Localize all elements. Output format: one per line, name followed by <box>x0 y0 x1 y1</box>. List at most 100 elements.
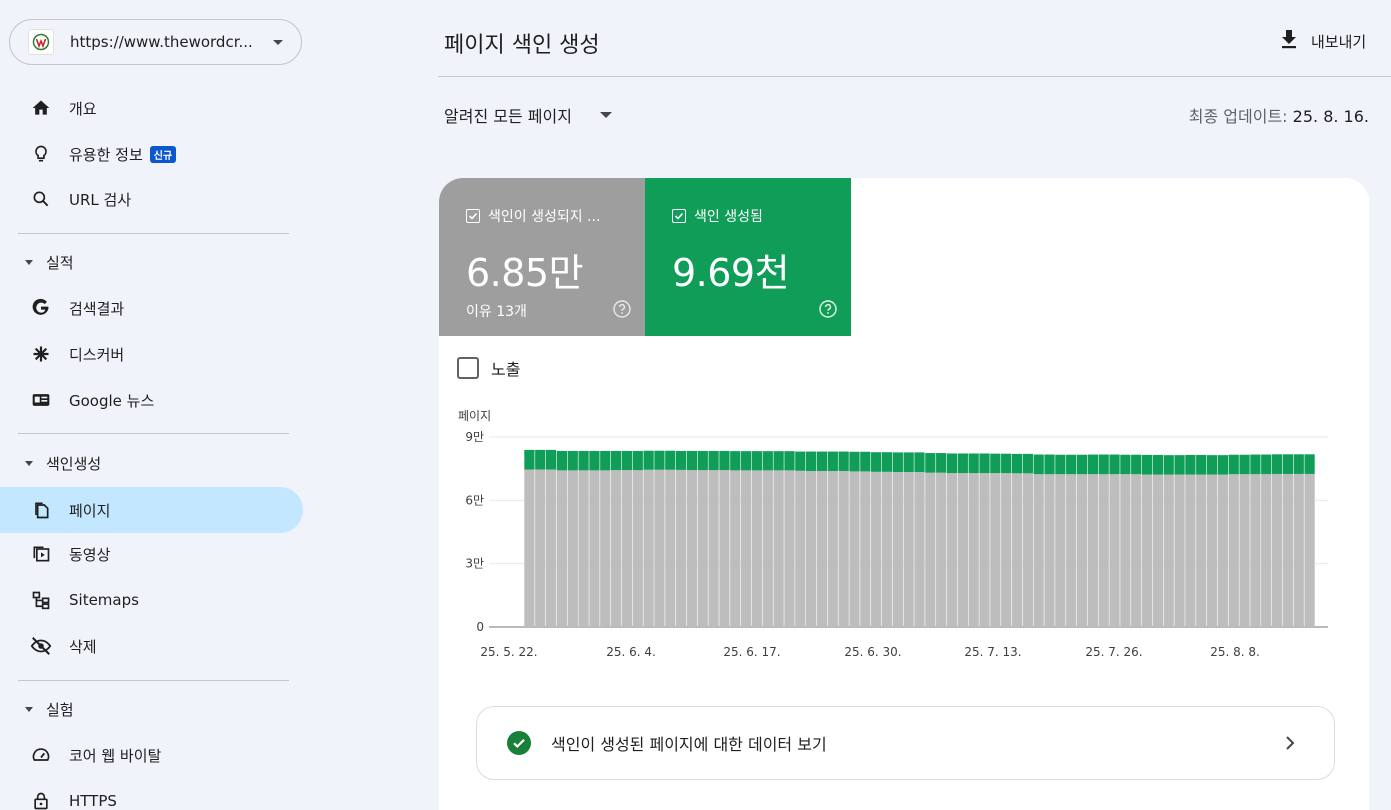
nav-item-sitemaps[interactable]: Sitemaps <box>0 577 303 623</box>
impressions-label: 노출 <box>491 360 521 379</box>
pages-icon <box>30 499 52 521</box>
view-indexed-data-row[interactable]: 색인이 생성된 페이지에 대한 데이터 보기 <box>476 706 1335 780</box>
bar-indexed <box>1282 454 1294 474</box>
nav-item-insights[interactable]: 유용한 정보 신규 <box>0 131 303 177</box>
bar-not-indexed <box>968 473 979 627</box>
nav-item-label: Sitemaps <box>69 591 139 609</box>
bar-indexed <box>773 451 784 471</box>
help-icon[interactable] <box>613 300 631 322</box>
lightbulb-icon <box>30 143 52 165</box>
tile-indexed[interactable]: 색인 생성됨 9.69천 <box>645 178 851 336</box>
bar-not-indexed <box>1109 474 1120 627</box>
bar-indexed <box>1217 455 1229 475</box>
bar-indexed <box>751 451 763 471</box>
impressions-toggle[interactable]: 노출 <box>457 356 520 380</box>
bar-indexed <box>1087 454 1098 475</box>
checkbox-checked-icon[interactable] <box>466 209 480 223</box>
nav-item-google-news[interactable]: Google 뉴스 <box>0 377 303 423</box>
x-tick-label: 25. 7. 26. <box>1085 645 1142 659</box>
y-tick-label: 3만 <box>465 557 484 571</box>
bar-indexed <box>1022 453 1033 474</box>
bar-indexed <box>1055 454 1066 475</box>
nav-item-overview[interactable]: 개요 <box>0 85 303 131</box>
bar-indexed <box>936 453 947 473</box>
last-updated: 최종 업데이트: 25. 8. 16. <box>1189 103 1369 127</box>
bar-not-indexed <box>524 469 535 627</box>
bar-indexed <box>838 451 849 471</box>
chevron-down-icon <box>599 112 612 118</box>
bar-not-indexed <box>1261 474 1272 627</box>
bar-indexed <box>957 453 968 474</box>
tile-not-indexed[interactable]: 색인이 생성되지 ... 6.85만 이유 13개 <box>439 178 645 336</box>
bar-not-indexed <box>578 470 589 627</box>
bar-indexed <box>990 453 1001 474</box>
bar-indexed <box>784 451 795 471</box>
x-tick-label: 25. 6. 30. <box>844 645 901 659</box>
sidebar: https://www.thewordcr... 개요 유용한 정보 신규 UR… <box>0 0 310 810</box>
tile-value: 9.69천 <box>672 251 790 295</box>
bar-indexed <box>795 451 806 471</box>
bar-indexed <box>708 450 719 471</box>
bar-not-indexed <box>697 470 708 627</box>
impressions-checkbox[interactable] <box>457 357 479 379</box>
nav-item-videos[interactable]: 동영상 <box>0 531 303 577</box>
tile-label: 색인이 생성되지 ... <box>488 209 601 225</box>
y-tick-label: 6만 <box>465 493 484 507</box>
property-selector[interactable]: https://www.thewordcr... <box>9 19 302 65</box>
bar-indexed <box>1163 455 1174 475</box>
bar-indexed <box>1196 454 1207 475</box>
bar-not-indexed <box>903 472 914 627</box>
bar-indexed <box>665 450 676 470</box>
nav-item-search-results[interactable]: 검색결과 <box>0 285 303 331</box>
bar-indexed <box>545 449 557 470</box>
bar-indexed <box>1304 454 1315 474</box>
bar-indexed <box>535 449 546 470</box>
nav-item-pages[interactable]: 페이지 <box>0 487 303 533</box>
bar-indexed <box>1261 454 1272 475</box>
bar-indexed <box>903 452 914 473</box>
bar-not-indexed <box>860 471 871 627</box>
chevron-down-icon <box>273 39 283 45</box>
bar-not-indexed <box>914 472 925 627</box>
tile-checkbox: 색인 생성됨 <box>672 206 851 226</box>
last-updated-label: 최종 업데이트: <box>1188 107 1288 126</box>
bar-not-indexed <box>925 472 936 627</box>
checkbox-checked-icon[interactable] <box>672 209 686 223</box>
nav-item-discover[interactable]: 디스커버 <box>0 331 303 377</box>
export-button[interactable]: 내보내기 <box>1279 28 1366 54</box>
nav-item-label: 동영상 <box>69 545 111 564</box>
bar-not-indexed <box>665 469 676 627</box>
divider <box>18 680 289 681</box>
collapse-arrow-icon <box>25 460 33 466</box>
nav-item-removals[interactable]: 삭제 <box>0 623 303 669</box>
bar-not-indexed <box>936 472 947 627</box>
section-experiments[interactable]: 실험 <box>0 694 74 724</box>
bar-indexed <box>643 450 654 470</box>
nav-item-label: 개요 <box>69 99 97 118</box>
bar-indexed <box>892 452 903 473</box>
help-icon[interactable] <box>819 300 837 322</box>
x-tick-label: 25. 8. 8. <box>1210 645 1260 659</box>
nav-item-label: 페이지 <box>69 501 111 520</box>
section-indexing[interactable]: 색인생성 <box>0 448 101 478</box>
bar-indexed <box>979 453 990 474</box>
bar-indexed <box>1011 453 1023 474</box>
bar-not-indexed <box>1206 474 1218 627</box>
search-icon <box>30 188 52 210</box>
bar-indexed <box>849 451 860 472</box>
nav-item-core-web-vitals[interactable]: 코어 웹 바이탈 <box>0 732 303 778</box>
x-tick-label: 25. 6. 4. <box>606 645 656 659</box>
bar-not-indexed <box>1011 473 1023 627</box>
nav-item-https[interactable]: HTTPS <box>0 778 303 810</box>
bar-indexed <box>719 450 730 471</box>
bar-not-indexed <box>589 470 600 627</box>
divider <box>18 433 289 434</box>
nav-item-url-inspection[interactable]: URL 검사 <box>0 176 303 222</box>
page-filter-dropdown[interactable]: 알려진 모든 페이지 <box>444 103 612 127</box>
section-performance[interactable]: 실적 <box>0 247 74 277</box>
bar-indexed <box>1098 454 1109 475</box>
bar-not-indexed <box>1239 474 1250 627</box>
nav-item-label: 검색결과 <box>69 299 125 318</box>
x-tick-label: 25. 5. 22. <box>480 645 537 659</box>
bar-indexed <box>1131 454 1142 475</box>
